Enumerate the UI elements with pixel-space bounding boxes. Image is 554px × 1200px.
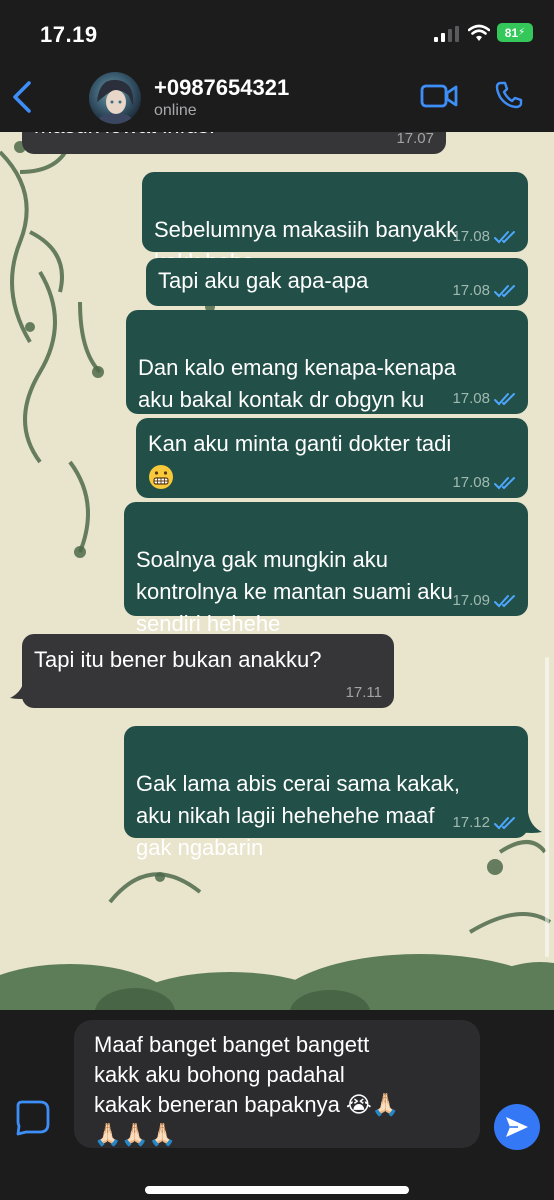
chat-header: +0987654321 online bbox=[0, 66, 554, 132]
message-bubble-outgoing[interactable]: Tapi aku gak apa-apa 17.08 bbox=[146, 258, 528, 306]
message-bubble-outgoing[interactable]: Gak lama abis cerai sama kakak, aku nika… bbox=[124, 726, 528, 860]
message-bubble-outgoing[interactable]: Kan aku minta ganti dokter tadi 17.08 bbox=[136, 418, 528, 498]
message-text: Tapi itu bener bukan anakku? bbox=[34, 647, 322, 672]
battery-level: 81 bbox=[504, 25, 519, 40]
send-icon bbox=[506, 1117, 528, 1137]
battery-icon: 81 ⚡ bbox=[497, 23, 533, 42]
read-ticks-icon bbox=[494, 285, 515, 298]
home-indicator bbox=[145, 1186, 409, 1194]
input-bar: Maaf banget banget bangett kakk aku boho… bbox=[0, 1010, 554, 1200]
message-meta: 17.08 bbox=[452, 390, 516, 408]
message-text: masuk lewat infus. bbox=[34, 132, 434, 142]
read-ticks-icon bbox=[494, 393, 515, 406]
avatar[interactable] bbox=[89, 72, 141, 124]
back-icon[interactable] bbox=[10, 80, 34, 114]
message-time: 17.11 bbox=[345, 684, 382, 701]
message-bubble-outgoing[interactable]: Dan kalo emang kenapa-kenapa aku bakal k… bbox=[126, 310, 528, 414]
contact-status: online bbox=[154, 102, 197, 119]
message-meta: 17.09 bbox=[452, 592, 516, 610]
message-meta: 17.08 bbox=[452, 474, 516, 492]
bubble-tail bbox=[520, 812, 542, 833]
message-time: 17.08 bbox=[452, 390, 490, 407]
message-bubble-outgoing[interactable]: Soalnya gak mungkin aku kontrolnya ke ma… bbox=[124, 502, 528, 636]
message-meta: 17.08 bbox=[452, 228, 516, 246]
bubble-tail bbox=[10, 680, 32, 699]
attach-icon[interactable] bbox=[14, 1098, 52, 1136]
read-ticks-icon bbox=[494, 231, 515, 244]
message-text: Dan kalo emang kenapa-kenapa aku bakal k… bbox=[138, 355, 457, 412]
contact-name[interactable]: +0987654321 bbox=[154, 75, 289, 101]
message-input[interactable]: Maaf banget banget bangett kakk aku boho… bbox=[74, 1020, 480, 1148]
message-time: 17.08 bbox=[452, 228, 490, 245]
message-text: Kan aku minta ganti dokter tadi bbox=[148, 431, 452, 456]
grimacing-face-emoji bbox=[149, 465, 173, 490]
message-bubble-incoming[interactable]: masuk lewat infus. 17.07 bbox=[22, 132, 446, 154]
wifi-icon bbox=[468, 24, 490, 41]
phone-icon[interactable] bbox=[494, 80, 524, 110]
message-meta: 17.08 bbox=[452, 282, 516, 300]
read-ticks-icon bbox=[494, 595, 515, 608]
message-time: 17.09 bbox=[452, 592, 490, 609]
read-ticks-icon bbox=[494, 477, 515, 490]
scrollbar[interactable] bbox=[545, 657, 549, 957]
message-time: 17.08 bbox=[452, 474, 490, 491]
status-time: 17.19 bbox=[40, 22, 98, 47]
message-time: 17.08 bbox=[452, 282, 490, 299]
message-time: 17.12 bbox=[452, 814, 490, 831]
message-bubble-incoming[interactable]: Tapi itu bener bukan anakku? 17.11 bbox=[22, 634, 394, 708]
message-text: Tapi aku gak apa-apa bbox=[158, 268, 369, 293]
read-ticks-icon bbox=[494, 817, 515, 830]
status-bar: 17.19 81 ⚡ bbox=[0, 0, 554, 66]
signal-icon bbox=[434, 26, 459, 42]
video-call-icon[interactable] bbox=[420, 82, 458, 110]
message-meta: 17.12 bbox=[452, 814, 516, 832]
chat-area[interactable]: masuk lewat infus. 17.07 Sebelumnya maka… bbox=[0, 132, 554, 1010]
message-meta: 17.07 bbox=[396, 132, 434, 148]
message-meta: 17.11 bbox=[346, 684, 382, 702]
message-time: 17.07 bbox=[396, 132, 434, 147]
message-bubble-outgoing[interactable]: Sebelumnya makasiih banyakk kakk hehe 17… bbox=[142, 172, 528, 274]
send-button[interactable] bbox=[494, 1104, 540, 1150]
